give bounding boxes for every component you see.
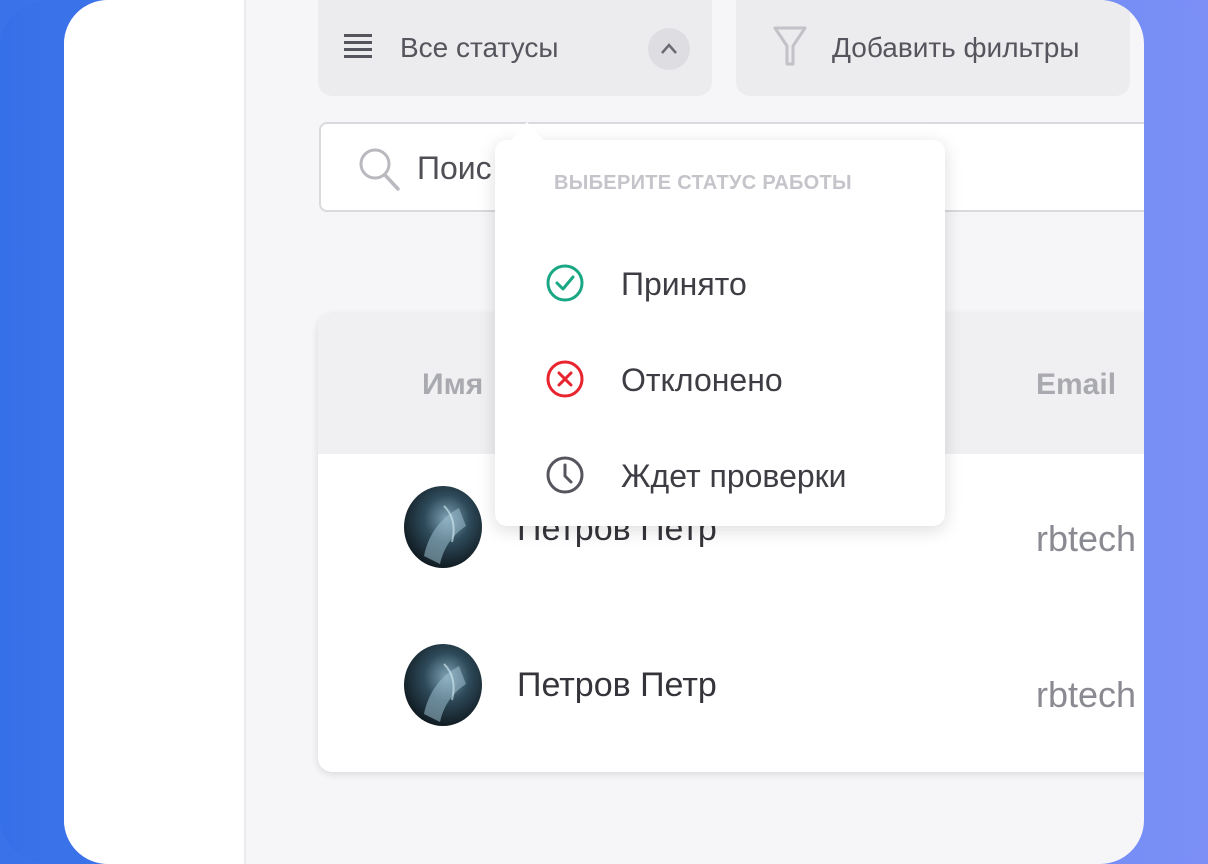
status-dropdown: ВЫБЕРИТЕ СТАТУС РАБОТЫ Принято Отклонено xyxy=(495,122,945,526)
user-email: rbtech xyxy=(1036,518,1137,559)
clock-icon xyxy=(546,456,584,494)
main-content: Все статусы Добавить фильтры Поис Имя Em… xyxy=(246,0,1144,864)
status-option-pending[interactable]: Ждет проверки xyxy=(495,440,945,510)
collapse-toggle[interactable] xyxy=(648,28,690,70)
status-filter-label: Все статусы xyxy=(400,32,559,63)
search-placeholder: Поис xyxy=(417,150,492,186)
status-option-accepted[interactable]: Принято xyxy=(495,248,945,318)
x-circle-icon xyxy=(546,360,584,398)
sidebar xyxy=(64,0,246,864)
chevron-up-icon xyxy=(661,43,677,54)
check-circle-icon xyxy=(546,264,584,302)
user-email: rbtech xyxy=(1036,674,1137,715)
table-row[interactable]: Петров Петр rbtech xyxy=(318,612,1144,770)
device-frame: Все статусы Добавить фильтры Поис Имя Em… xyxy=(0,0,1208,864)
status-option-label: Принято xyxy=(621,266,747,302)
add-filters-label: Добавить фильтры xyxy=(832,32,1080,63)
dropdown-title: ВЫБЕРИТЕ СТАТУС РАБОТЫ xyxy=(554,172,852,194)
status-option-label: Ждет проверки xyxy=(621,458,847,494)
status-option-label: Отклонено xyxy=(621,362,783,398)
add-filters-button[interactable]: Добавить фильтры xyxy=(736,0,1130,96)
search-icon xyxy=(359,148,400,191)
dropdown-caret xyxy=(509,122,545,142)
column-header-email[interactable]: Email xyxy=(1036,368,1116,402)
column-header-name[interactable]: Имя xyxy=(422,368,483,402)
filter-funnel-icon xyxy=(773,26,807,66)
status-option-rejected[interactable]: Отклонено xyxy=(495,344,945,414)
avatar xyxy=(404,486,482,568)
app-screen: Все статусы Добавить фильтры Поис Имя Em… xyxy=(64,0,1144,864)
user-name: Петров Петр xyxy=(517,666,717,704)
avatar xyxy=(404,644,482,726)
status-filter-button[interactable]: Все статусы xyxy=(318,0,712,96)
list-menu-icon xyxy=(344,34,372,58)
